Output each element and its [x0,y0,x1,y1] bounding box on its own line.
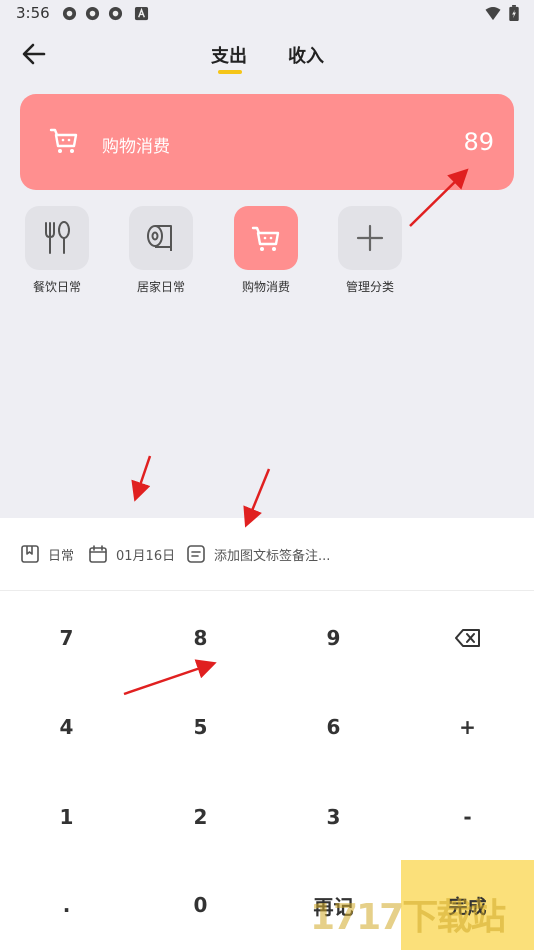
key-2[interactable]: 2 [134,772,267,862]
tab-active-indicator [218,70,242,74]
key-8[interactable]: 8 [134,593,267,683]
account-book-label: 日常 [48,548,75,564]
shopping-cart-icon [251,226,280,251]
key-9[interactable]: 9 [267,593,400,683]
app-notification-icon [62,6,77,21]
key-7[interactable]: 7 [0,593,133,683]
category-dining-label: 餐饮日常 [32,280,81,294]
top-bar: 支出 收入 [0,30,534,82]
amount-display: 89 [463,128,494,156]
annotation-arrow [131,455,152,502]
key-1[interactable]: 1 [0,772,133,862]
note-icon [187,545,205,563]
info-bar: 日常 01月16日 添加图文标签备注... [0,518,534,591]
tab-expense[interactable]: 支出 [211,42,247,68]
status-bar: 3:56 [0,0,534,28]
key-0[interactable]: 0 [134,860,267,950]
back-arrow-icon[interactable] [20,40,48,68]
category-dining[interactable]: 餐饮日常 [25,206,89,295]
date-selector[interactable]: 01月16日 [88,544,175,564]
status-time: 3:56 [16,4,50,22]
tab-income[interactable]: 收入 [288,42,324,68]
backspace-icon [454,629,480,647]
key-4[interactable]: 4 [0,682,133,772]
calendar-icon [89,545,107,563]
text-app-icon [134,6,149,21]
note-placeholder: 添加图文标签备注... [214,548,331,564]
battery-icon [509,5,519,22]
tissue-roll-icon [147,225,172,251]
account-book-selector[interactable]: 日常 [20,544,74,564]
key-3[interactable]: 3 [267,772,400,862]
category-home-label: 居家日常 [136,280,185,294]
minus-key[interactable]: - [401,772,534,862]
category-shopping-label: 购物消费 [241,280,290,294]
note-input[interactable]: 添加图文标签备注... [186,544,330,564]
category-manage[interactable]: 管理分类 [338,206,402,295]
bookmark-book-icon [21,545,39,563]
app-notification-icon [85,6,100,21]
selected-category-label: 购物消费 [102,137,170,157]
shopping-cart-icon [49,128,78,153]
backspace-key[interactable] [401,593,534,683]
key-5[interactable]: 5 [134,682,267,772]
plus-icon [356,224,384,252]
category-shopping[interactable]: 购物消费 [234,206,298,295]
wifi-icon [485,6,501,21]
amount-card: 购物消费 89 [20,94,514,190]
category-manage-label: 管理分类 [345,280,394,294]
fork-spoon-icon [45,221,70,254]
watermark-logo: 1717下载站 [310,897,506,938]
category-home[interactable]: 居家日常 [129,206,193,295]
annotation-arrow [243,468,271,528]
decimal-key[interactable]: . [0,860,133,950]
app-notification-icon [108,6,123,21]
date-label: 01月16日 [116,548,176,564]
plus-key[interactable]: + [401,682,534,772]
input-panel: 日常 01月16日 添加图文标签备注... 7 8 9 4 5 6 + 1 2 [0,518,534,950]
key-6[interactable]: 6 [267,682,400,772]
